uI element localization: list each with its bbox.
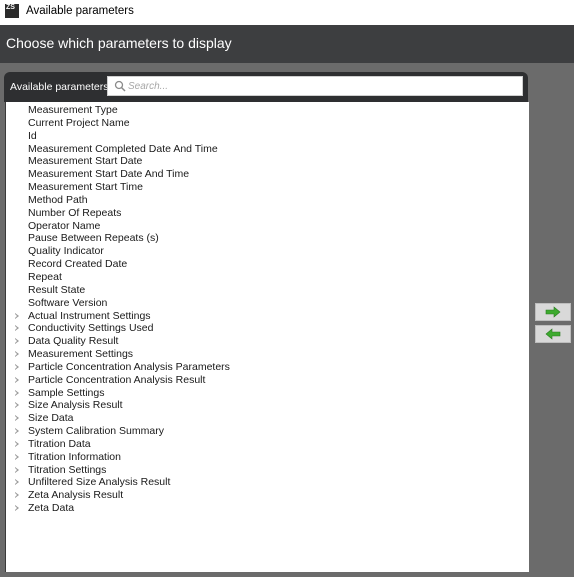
parameter-label: Software Version xyxy=(28,296,108,309)
parameter-label: Pause Between Repeats (s) xyxy=(28,232,159,245)
parameter-group-item[interactable]: Particle Concentration Analysis Paramete… xyxy=(6,361,529,374)
parameter-item[interactable]: Measurement Start Date And Time xyxy=(6,168,529,181)
parameter-label: Titration Data xyxy=(28,437,91,450)
expand-arrow-icon[interactable] xyxy=(15,402,19,409)
expand-arrow-icon[interactable] xyxy=(15,428,19,435)
parameter-item[interactable]: Repeat xyxy=(6,271,529,284)
remove-parameter-button[interactable] xyxy=(535,325,571,343)
expand-arrow-icon[interactable] xyxy=(15,492,19,499)
title-bar: ZS Available parameters xyxy=(0,0,574,25)
parameter-group-item[interactable]: Sample Settings xyxy=(6,387,529,400)
parameter-label: Measurement Start Date xyxy=(28,155,143,168)
parameter-label: Zeta Analysis Result xyxy=(28,489,124,502)
expand-arrow-icon[interactable] xyxy=(15,376,19,383)
parameter-label: Particle Concentration Analysis Result xyxy=(28,373,206,386)
expand-arrow-icon[interactable] xyxy=(15,415,19,422)
parameter-item[interactable]: Result State xyxy=(6,284,529,297)
parameter-label: Unfiltered Size Analysis Result xyxy=(28,476,171,489)
parameter-item[interactable]: Operator Name xyxy=(6,220,529,233)
parameter-group-item[interactable]: Data Quality Result xyxy=(6,335,529,348)
expand-arrow-icon[interactable] xyxy=(15,453,19,460)
app-icon: ZS xyxy=(5,4,19,18)
parameter-label: Size Analysis Result xyxy=(28,399,123,412)
parameter-label: Measurement Completed Date And Time xyxy=(28,142,218,155)
parameter-item[interactable]: Measurement Start Date xyxy=(6,155,529,168)
add-parameter-button[interactable] xyxy=(535,303,571,321)
parameter-group-item[interactable]: Size Data xyxy=(6,412,529,425)
parameters-list-container[interactable]: Measurement Type Current Project Name Id Me… xyxy=(5,102,529,572)
parameter-label: Titration Settings xyxy=(28,463,107,476)
expand-arrow-icon[interactable] xyxy=(15,440,19,447)
parameter-group-item[interactable]: Zeta Analysis Result xyxy=(6,489,529,502)
parameter-label: Measurement Type xyxy=(28,104,118,116)
arrow-right-icon xyxy=(545,306,561,318)
parameter-group-item[interactable]: Zeta Data xyxy=(6,502,529,515)
parameter-label: Repeat xyxy=(28,270,62,283)
parameter-label: Measurement Start Time xyxy=(28,181,143,194)
parameter-group-item[interactable]: Unfiltered Size Analysis Result xyxy=(6,476,529,489)
parameter-label: Id xyxy=(28,129,37,142)
parameter-label: Particle Concentration Analysis Paramete… xyxy=(28,360,230,373)
search-box[interactable] xyxy=(107,76,523,96)
parameter-item[interactable]: Number Of Repeats xyxy=(6,207,529,220)
parameter-group-item[interactable]: Titration Data xyxy=(6,438,529,451)
parameter-item[interactable]: Software Version xyxy=(6,297,529,310)
search-input[interactable] xyxy=(128,78,518,94)
parameter-label: Size Data xyxy=(28,412,74,425)
parameter-label: Record Created Date xyxy=(28,258,128,271)
parameter-item[interactable]: Measurement Type xyxy=(6,104,529,117)
arrow-left-icon xyxy=(545,328,561,340)
parameter-item[interactable]: Measurement Completed Date And Time xyxy=(6,143,529,156)
expand-arrow-icon[interactable] xyxy=(15,325,19,332)
expand-arrow-icon[interactable] xyxy=(15,338,19,345)
parameter-label: Sample Settings xyxy=(28,386,105,399)
parameter-item[interactable]: Method Path xyxy=(6,194,529,207)
dialog-heading: Choose which parameters to display xyxy=(6,35,232,51)
parameter-group-item[interactable]: Titration Settings xyxy=(6,464,529,477)
parameter-label: Operator Name xyxy=(28,219,101,232)
dialog-header: Choose which parameters to display xyxy=(0,25,574,63)
parameter-label: Number Of Repeats xyxy=(28,206,122,219)
parameter-item[interactable]: Pause Between Repeats (s) xyxy=(6,232,529,245)
expand-arrow-icon[interactable] xyxy=(15,363,19,370)
parameter-label: Measurement Start Date And Time xyxy=(28,168,190,181)
parameter-group-item[interactable]: System Calibration Summary xyxy=(6,425,529,438)
parameter-item[interactable]: Record Created Date xyxy=(6,258,529,271)
expand-arrow-icon[interactable] xyxy=(15,505,19,512)
expand-arrow-icon[interactable] xyxy=(15,479,19,486)
parameter-label: Quality Indicator xyxy=(28,245,104,258)
parameter-group-item[interactable]: Actual Instrument Settings xyxy=(6,310,529,323)
parameters-list: Measurement Type Current Project Name Id Me… xyxy=(6,104,529,515)
expand-arrow-icon[interactable] xyxy=(15,351,19,358)
parameter-label: Result State xyxy=(28,283,86,296)
expand-arrow-icon[interactable] xyxy=(15,312,19,319)
window-title: Available parameters xyxy=(26,5,134,17)
parameter-label: Titration Information xyxy=(28,450,121,463)
expand-arrow-icon[interactable] xyxy=(15,466,19,473)
parameter-label: System Calibration Summary xyxy=(28,425,164,438)
parameter-label: Measurement Settings xyxy=(28,348,134,361)
parameter-label: Current Project Name xyxy=(28,116,130,129)
parameter-group-item[interactable]: Size Analysis Result xyxy=(6,399,529,412)
parameter-label: Method Path xyxy=(28,193,88,206)
parameter-group-item[interactable]: Titration Information xyxy=(6,451,529,464)
parameter-label: Actual Instrument Settings xyxy=(28,309,151,322)
expand-arrow-icon[interactable] xyxy=(15,389,19,396)
parameter-group-item[interactable]: Measurement Settings xyxy=(6,348,529,361)
parameter-item[interactable]: Quality Indicator xyxy=(6,245,529,258)
search-icon xyxy=(114,80,126,92)
parameter-item[interactable]: Measurement Start Time xyxy=(6,181,529,194)
parameter-label: Zeta Data xyxy=(28,502,75,515)
parameter-group-item[interactable]: Particle Concentration Analysis Result xyxy=(6,374,529,387)
parameter-item[interactable]: Id xyxy=(6,130,529,143)
parameter-label: Conductivity Settings Used xyxy=(28,322,154,335)
parameter-label: Data Quality Result xyxy=(28,335,119,348)
parameter-group-item[interactable]: Conductivity Settings Used xyxy=(6,322,529,335)
available-parameters-label: Available parameters xyxy=(10,81,109,93)
parameter-item[interactable]: Current Project Name xyxy=(6,117,529,130)
